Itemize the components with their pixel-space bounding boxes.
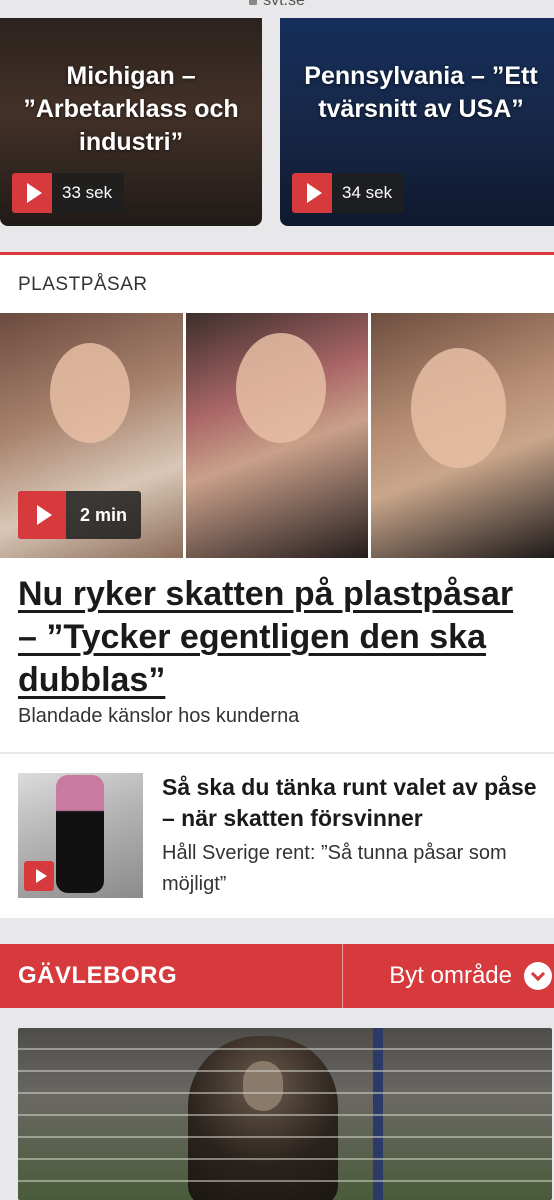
article-subheadline: Blandade känslor hos kunderna [18, 705, 300, 727]
video-card-title: Pennsylvania – ”Ett tvärsnitt av USA” [304, 62, 538, 123]
news-section: PLASTPÅSAR 2 min Nu ryker skatten på pla… [0, 255, 554, 752]
regional-article-card[interactable] [0, 1008, 554, 1200]
hero-photo-2 [185, 313, 369, 558]
article-headline-link[interactable]: Nu ryker skatten på plastpåsar – ”Tycker… [18, 573, 540, 702]
video-duration: 34 sek [342, 183, 393, 202]
regional-article-image [18, 1028, 552, 1200]
switch-region-label: Byt område [389, 962, 512, 989]
video-duration-badge: 34 sek [292, 173, 405, 213]
video-duration: 2 min [80, 504, 128, 525]
video-card-pennsylvania[interactable]: Pennsylvania – ”Ett tvärsnitt av USA” 34… [280, 18, 554, 226]
video-cards-row: Michigan – ”Arbetarklass och industri” 3… [0, 0, 554, 226]
region-name: GÄVLEBORG [18, 962, 178, 989]
play-icon [292, 173, 332, 213]
video-card-title: Michigan – ”Arbetarklass och industri” [23, 62, 239, 156]
video-card-michigan[interactable]: Michigan – ”Arbetarklass och industri” 3… [0, 18, 262, 226]
play-icon [24, 861, 54, 891]
related-article[interactable]: Så ska du tänka runt valet av påse – när… [0, 754, 554, 918]
related-article-subtitle: Håll Sverige rent: ”Så tunna påsar som m… [162, 842, 507, 895]
switch-region-button[interactable]: Byt område [343, 962, 554, 990]
svt-news-page: svt.se Michigan – ”Arbetarklass och indu… [0, 0, 554, 1200]
play-icon [18, 491, 66, 539]
video-duration-badge: 33 sek [12, 173, 125, 213]
chevron-down-icon [524, 962, 552, 990]
region-bar: GÄVLEBORG Byt område [0, 944, 554, 1008]
related-article-thumbnail [18, 773, 143, 898]
video-duration-badge: 2 min [18, 491, 142, 539]
related-article-title: Så ska du tänka runt valet av påse – när… [162, 774, 537, 831]
video-badge [24, 861, 54, 891]
hero-photo-3 [371, 313, 554, 558]
section-title: PLASTPÅSAR [18, 274, 148, 295]
hero-video[interactable]: 2 min [0, 313, 554, 558]
video-duration: 33 sek [62, 183, 113, 202]
play-icon [12, 173, 52, 213]
